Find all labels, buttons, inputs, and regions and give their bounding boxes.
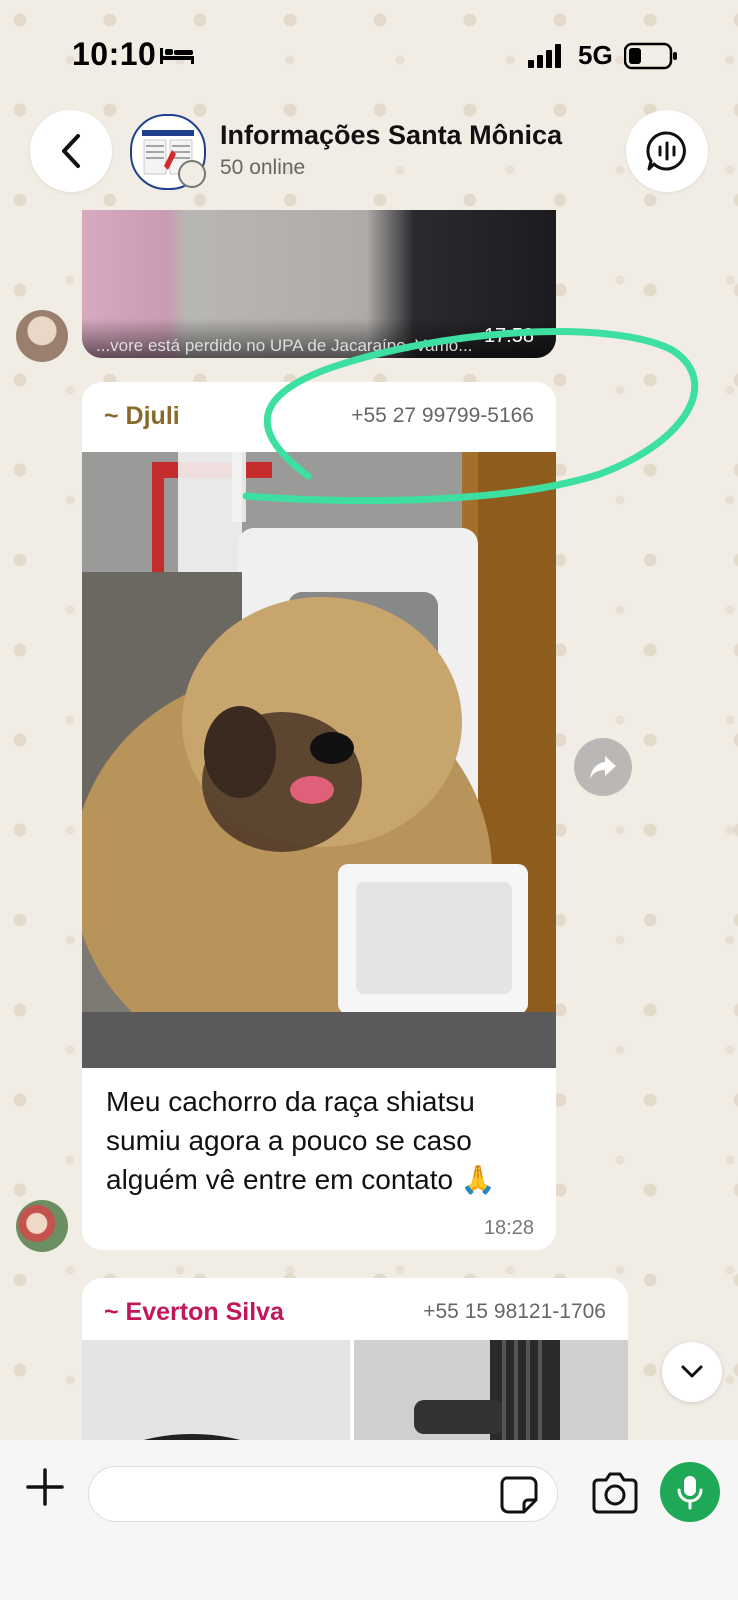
image-message-partial[interactable]: ...vore está perdido no UPA de Jacaraípe… [82, 210, 556, 358]
forward-icon [590, 756, 616, 779]
camera-icon[interactable] [590, 1470, 640, 1516]
message-time: 18:28 [483, 1217, 534, 1239]
forward-button[interactable] [574, 738, 632, 796]
fan-image [143, 1434, 241, 1440]
microphone-icon [677, 1476, 703, 1510]
message-text: Meu cachorro da raça shiatsu sumiu agora… [106, 1086, 496, 1195]
image-caption-fragment: ...vore está perdido no UPA de Jacaraípe… [96, 336, 473, 355]
message-bubble[interactable]: ~ Everton Silva +55 15 98121-1706 [82, 1278, 628, 1440]
bed-icon [160, 48, 194, 64]
status-bar: 10:10 5G [0, 0, 738, 100]
status-time: 10:10 [72, 36, 157, 72]
microphone-button[interactable] [660, 1462, 720, 1522]
message-time: 17:58 [483, 325, 534, 347]
fan-photo-1[interactable] [82, 1340, 350, 1440]
chat-title[interactable]: Informações Santa Mônica [220, 120, 562, 151]
back-button[interactable] [30, 110, 112, 192]
online-count: 50 online [220, 156, 306, 179]
sticker-icon[interactable] [498, 1474, 540, 1516]
input-bar [0, 1440, 738, 1600]
message-input[interactable] [88, 1466, 558, 1522]
chat-header: Informações Santa Mônica 50 online [0, 100, 738, 210]
fan-photo-2[interactable] [354, 1340, 628, 1440]
sender-avatar[interactable] [16, 1200, 68, 1252]
dog-photo[interactable] [82, 452, 556, 1068]
chevron-left-icon [62, 134, 80, 168]
dog-photo-image [82, 452, 556, 1068]
message-bubble[interactable]: ~ Djuli +55 27 99799-5166 Meu cachorro d… [82, 382, 556, 1250]
scroll-down-button[interactable] [662, 1342, 722, 1402]
plus-icon[interactable] [20, 1462, 70, 1512]
message-list[interactable]: ...vore está perdido no UPA de Jacaraípe… [0, 210, 738, 1440]
signal-icon [528, 44, 561, 68]
sender-name[interactable]: ~ Everton Silva [104, 1298, 284, 1327]
sender-phone[interactable]: +55 15 98121-1706 [423, 1300, 606, 1324]
battery-icon [624, 42, 677, 70]
image-grid [82, 1340, 628, 1440]
fan-image [414, 1340, 560, 1440]
network-label: 5G [578, 40, 613, 70]
voice-chat-button[interactable] [626, 110, 708, 192]
chevron-down-icon [681, 1365, 703, 1378]
sender-phone[interactable]: +55 27 99799-5166 [351, 404, 534, 428]
sender-avatar[interactable] [16, 310, 68, 362]
status-ring-icon [178, 160, 206, 188]
voice-chat-icon [646, 131, 686, 171]
sender-name[interactable]: ~ Djuli [104, 402, 180, 431]
